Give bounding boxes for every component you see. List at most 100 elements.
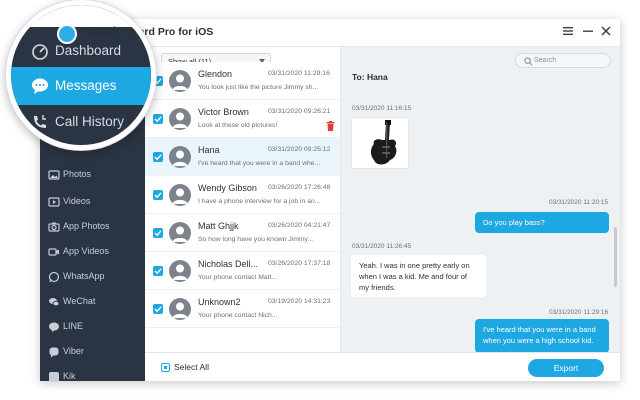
conversation-date: 03/26/2020 17:26:48 — [268, 184, 331, 191]
message-timestamp: 03/31/2020 11:29:16 — [549, 309, 609, 316]
row-checkbox[interactable] — [153, 152, 163, 162]
sidebar-item-label: Videos — [63, 196, 91, 206]
search-icon — [524, 57, 533, 66]
conversation-date: 03/31/2020 09:26:21 — [268, 108, 331, 115]
viber-icon — [49, 347, 59, 358]
contact-name: Wendy Gibson — [198, 183, 257, 193]
avatar — [169, 184, 191, 206]
sidebar-item-app-photos[interactable]: App Photos — [40, 215, 145, 239]
avatar — [169, 108, 191, 130]
contact-name: Hana — [198, 145, 220, 155]
sidebar-item-label: Dashboard — [55, 43, 122, 58]
row-checkbox[interactable] — [153, 228, 163, 238]
sidebar-item-label: App Videos — [63, 246, 109, 256]
phone-history-icon — [34, 115, 46, 128]
kik-icon — [49, 372, 59, 381]
row-checkbox[interactable] — [153, 190, 163, 200]
conversation-date: 03/31/2020 11:29:16 — [268, 70, 330, 77]
sidebar-item-label: Messages — [55, 78, 117, 93]
select-all-checkbox[interactable] — [161, 363, 170, 372]
sidebar-item-label: LINE — [63, 321, 84, 331]
conversation-row[interactable]: Glendon 03/31/2020 11:29:16 You look just … — [145, 62, 340, 100]
recipient-label: To: Hana — [352, 72, 388, 82]
message-preview: Look at these old pictures! — [198, 122, 278, 129]
conversation-row[interactable]: Nicholas Dell... 03/26/2020 17:37:18 Your … — [145, 252, 340, 290]
conversation-row[interactable]: Hana 03/31/2020 09:25:12 I've heard that y… — [145, 138, 340, 176]
contact-name: Victor Brown — [198, 107, 249, 117]
footer-bar: Select All Export — [145, 352, 620, 381]
message-bubble-icon — [32, 78, 48, 94]
photo-icon — [48, 170, 60, 180]
message-preview: You look just like the picture Jimmy sh.… — [198, 84, 319, 91]
sidebar-item-messages[interactable]: Messages — [11, 67, 151, 105]
conversation-date: 03/31/2020 09:25:12 — [268, 146, 331, 153]
sidebar-item-label: Viber — [63, 346, 84, 356]
avatar — [169, 298, 191, 320]
sidebar-item-label: Photos — [63, 169, 92, 179]
contact-name: Matt Ghjjk — [198, 221, 239, 231]
message-preview: I've heard that you were in a band whe..… — [198, 160, 321, 167]
sidebar-item-kik[interactable]: Kik — [40, 365, 145, 381]
conversation-row[interactable]: Unknown2 03/19/2020 14:31:23 Your phone co… — [145, 290, 340, 328]
contact-name: Nicholas Dell... — [198, 259, 259, 269]
trash-icon[interactable] — [326, 121, 335, 131]
bass-guitar-image — [371, 120, 397, 165]
conversation-date: 03/19/2020 14:31:23 — [268, 298, 331, 305]
row-checkbox[interactable] — [153, 304, 163, 314]
contact-name: Glendon — [198, 69, 233, 79]
message-timestamp: 03/31/2020 11:20:15 — [549, 199, 609, 206]
dashboard-icon — [32, 44, 48, 60]
search-input[interactable]: Search — [515, 53, 611, 68]
sidebar-item-call-history[interactable]: Call History — [11, 103, 151, 141]
minimize-icon[interactable] — [580, 25, 596, 41]
row-checkbox[interactable] — [153, 266, 163, 276]
conversation-row[interactable]: Victor Brown 03/31/2020 09:26:21 Look at t… — [145, 100, 340, 138]
sidebar-item-app-videos[interactable]: App Videos — [40, 240, 145, 264]
chat-scrollbar[interactable] — [614, 227, 617, 287]
row-checkbox[interactable] — [153, 114, 163, 124]
sidebar-item-videos[interactable]: Videos — [40, 190, 145, 214]
image-message[interactable] — [351, 117, 409, 169]
message-preview: Your phone contact Nich... — [198, 312, 278, 319]
sent-message-bubble: I've heard that you were in a band when … — [475, 319, 609, 353]
message-preview: I have a phone interview for a job in an… — [198, 198, 321, 205]
magnified-title-bar — [11, 5, 151, 27]
select-all-label[interactable]: Select All — [174, 362, 209, 372]
avatar — [169, 260, 191, 282]
avatar — [169, 222, 191, 244]
conversation-row[interactable]: Matt Ghjjk 03/26/2020 04:21:47 So how long… — [145, 214, 340, 252]
menu-icon[interactable] — [560, 25, 576, 41]
sidebar-item-whatsapp[interactable]: WhatsApp — [40, 265, 145, 289]
search-placeholder: Search — [534, 57, 557, 64]
sidebar-item-wechat[interactable]: WeChat — [40, 290, 145, 314]
sidebar-item-label: Kik — [63, 371, 76, 381]
sidebar-item-photos[interactable]: Photos — [40, 163, 145, 187]
sidebar-item-viber[interactable]: Viber — [40, 340, 145, 364]
video-icon — [48, 197, 60, 207]
sidebar-item-label: WhatsApp — [63, 271, 105, 281]
message-timestamp: 03/31/2020 11:26:45 — [352, 243, 412, 250]
sidebar-item-line[interactable]: LINE — [40, 315, 145, 339]
camera-icon — [48, 222, 60, 232]
avatar — [169, 146, 191, 168]
sent-message-bubble: Do you play bass? — [475, 212, 609, 233]
message-preview: So how long have you known Jimmy... — [198, 236, 314, 243]
avatar — [169, 70, 191, 92]
export-button[interactable]: Export — [528, 359, 604, 377]
line-icon — [49, 322, 59, 332]
app-video-icon — [48, 248, 59, 256]
sidebar-item-label: Call History — [55, 114, 125, 129]
conversation-row[interactable]: Wendy Gibson 03/26/2020 17:26:48 I have a … — [145, 176, 340, 214]
sidebar-item-dashboard[interactable]: Dashboard — [11, 32, 151, 70]
sidebar-item-label: WeChat — [63, 296, 96, 306]
received-message-bubble: Yeah. I was in one pretty early on when … — [351, 255, 486, 297]
conversation-date: 03/26/2020 04:21:47 — [268, 222, 331, 229]
message-timestamp: 03/31/2020 11:16:15 — [352, 105, 412, 112]
wechat-icon — [49, 298, 60, 307]
message-preview: Your phone contact Matt... — [198, 274, 278, 281]
conversation-date: 03/26/2020 17:37:18 — [268, 260, 331, 267]
sidebar-item-label: App Photos — [63, 221, 110, 231]
close-icon[interactable] — [598, 25, 614, 41]
contact-name: Unknown2 — [198, 297, 241, 307]
whatsapp-icon — [48, 271, 60, 283]
